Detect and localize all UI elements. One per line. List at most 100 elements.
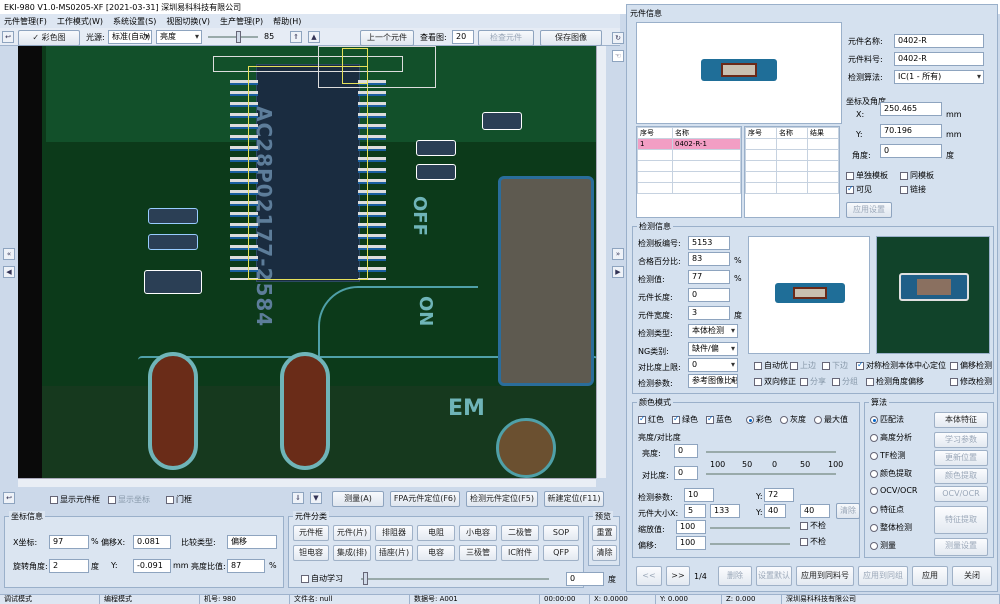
size-x-input[interactable]: 5 [684, 504, 706, 518]
angle-slider-thumb[interactable] [363, 572, 368, 585]
algo-opt-color-radio[interactable] [870, 469, 878, 478]
first-page-button[interactable]: << [636, 566, 662, 586]
color-image-toggle[interactable]: ✓ 彩色图 [18, 30, 80, 46]
comp-part-input[interactable]: 0402-R [894, 52, 984, 66]
zoom-input[interactable]: 100 [676, 520, 706, 534]
shift-input[interactable]: 100 [676, 536, 706, 550]
check-modify[interactable]: 修改检测 [950, 376, 992, 387]
ocv-ocr-button[interactable]: OCV/OCR [934, 486, 988, 502]
list-row-index[interactable]: 1 [637, 138, 673, 150]
check-center-box[interactable] [856, 360, 864, 370]
scroll-left-double-icon[interactable]: « [3, 248, 15, 260]
algo-opt-measure-radio[interactable] [870, 541, 878, 550]
group-button-socket[interactable]: 插座(片) [375, 545, 413, 561]
algo-opt-tf[interactable]: TF检测 [870, 450, 906, 461]
scroll-right-double-icon[interactable]: » [612, 248, 624, 260]
group-button-diode[interactable]: 二极管 [501, 525, 539, 541]
contrast-value[interactable]: 0 [674, 466, 698, 480]
apply-same-part-button[interactable]: 应用到同料号 [796, 566, 854, 586]
chip-capacitor-3[interactable] [482, 112, 522, 130]
triangle-up-icon[interactable]: ▲ [308, 31, 320, 43]
chip-resistor-selected[interactable] [144, 270, 202, 294]
show-box-check[interactable]: 显示元件框 [50, 494, 100, 505]
ch-red[interactable]: 红色 [638, 414, 664, 425]
body-feature-button[interactable]: 本体特征 [934, 412, 988, 428]
algo-opt-match[interactable]: 匹配法 [870, 414, 904, 425]
roi-box-ic[interactable] [248, 66, 368, 280]
group-button-array[interactable]: 排阻器 [375, 525, 413, 541]
algo-opt-whole-radio[interactable] [870, 523, 878, 532]
measure-settings-button[interactable]: 测量设置 [934, 538, 988, 556]
chip-capacitor-2[interactable] [416, 164, 456, 180]
mode-color-radio[interactable] [746, 415, 754, 424]
opt-visible-checkbox[interactable] [846, 184, 854, 194]
zoom-slider[interactable] [710, 527, 790, 529]
show-coord-checkbox[interactable] [108, 495, 116, 504]
algo-select[interactable]: IC(1 - 所有) [894, 70, 984, 84]
menu-item-component[interactable]: 元件管理(F) [4, 16, 47, 26]
algo-opt-feature[interactable]: 特征点 [870, 504, 904, 515]
expand-down-icon[interactable]: ⇓ [292, 492, 304, 504]
algo-opt-height[interactable]: 高度分析 [870, 432, 912, 443]
algo-opt-measure[interactable]: 测量 [870, 540, 896, 551]
chip-capacitor-1[interactable] [416, 140, 456, 156]
apply-button[interactable]: 应用 [912, 566, 948, 586]
ch-blue-box[interactable] [706, 414, 714, 424]
group-button-ic-accessory[interactable]: IC附件 [501, 545, 539, 561]
size-y2-input[interactable]: 40 [800, 504, 830, 518]
roi-box-crystal[interactable] [318, 46, 436, 88]
menu-item-production[interactable]: 生产管理(P) [220, 16, 263, 26]
menu-item-settings[interactable]: 系统设置(S) [113, 16, 156, 26]
save-image-button[interactable]: 保存图像 [540, 30, 602, 46]
show-box-checkbox[interactable] [50, 495, 58, 504]
ng-type-select[interactable]: 缺件/偏 [688, 342, 738, 356]
pcb-image-view[interactable]: AC28P02177-2584 OFF ON EM [18, 46, 596, 478]
comp-width-input[interactable]: 3 [688, 306, 730, 320]
check-auto-box[interactable] [754, 361, 762, 370]
angle-value[interactable]: 0 [566, 572, 604, 586]
check-modify-box[interactable] [950, 377, 958, 386]
comp-name-input[interactable]: 0402-R [894, 34, 984, 48]
new-locate-button[interactable]: 新建定位(F11) [544, 491, 604, 507]
mode-color[interactable]: 彩色 [746, 414, 772, 425]
prev-component-button[interactable]: 上一个元件 [360, 30, 414, 46]
auto-learn-checkbox[interactable] [301, 574, 309, 583]
learn-param-button[interactable]: 学习参数 [934, 432, 988, 448]
coord-x-input[interactable]: 250.465 [880, 102, 942, 116]
opt-link-checkbox[interactable] [900, 185, 908, 194]
ch-green-box[interactable] [672, 414, 680, 424]
view-mode-select[interactable]: 标准(自动) [108, 30, 152, 44]
check-share-box[interactable] [800, 377, 808, 386]
group-button-chip[interactable]: 元件(片) [333, 525, 371, 541]
group-button-sop[interactable]: SOP [543, 525, 579, 541]
param-row-y-input[interactable]: 72 [764, 488, 794, 502]
scroll-right-icon[interactable]: ▶ [612, 266, 624, 278]
back-icon[interactable]: ↩ [2, 31, 14, 43]
group-button-transistor[interactable]: 三极管 [459, 545, 497, 561]
light-select[interactable]: 亮度 [156, 30, 202, 44]
check-top[interactable]: 上边 [790, 360, 816, 371]
algo-opt-feature-radio[interactable] [870, 505, 878, 514]
pass-pct-input[interactable]: 83 [688, 252, 730, 266]
reset-view-icon[interactable]: ↻ [612, 32, 624, 44]
menu-item-view[interactable]: 视图切换(V) [166, 16, 210, 26]
brightness-thumb[interactable] [236, 31, 241, 43]
algo-opt-match-radio[interactable] [870, 415, 878, 424]
check-auto[interactable]: 自动优 [754, 360, 788, 371]
chip-resistor-2[interactable] [148, 234, 198, 250]
show-coord-check[interactable]: 显示坐标 [108, 494, 150, 505]
check-bottom-box[interactable] [822, 361, 830, 370]
ch-red-box[interactable] [638, 414, 646, 424]
angle-input[interactable]: 0 [880, 144, 942, 158]
component-list-left[interactable]: 序号 名称 1 0402-R-1 [636, 126, 742, 218]
brightness-slider[interactable] [208, 36, 258, 38]
image-scrollbar-h[interactable] [18, 478, 596, 487]
opt-single-template-checkbox[interactable] [846, 171, 854, 180]
param-row-input[interactable]: 10 [684, 488, 714, 502]
check-bidir-box[interactable] [754, 377, 762, 386]
opt-same-template[interactable]: 同模板 [900, 170, 934, 181]
contrast-limit-select[interactable]: 0 [688, 358, 738, 372]
apply-settings-button[interactable]: 应用设置 [846, 202, 892, 218]
mode-gray[interactable]: 灰度 [780, 414, 806, 425]
check-offset[interactable]: 偏移检测 [950, 360, 992, 371]
